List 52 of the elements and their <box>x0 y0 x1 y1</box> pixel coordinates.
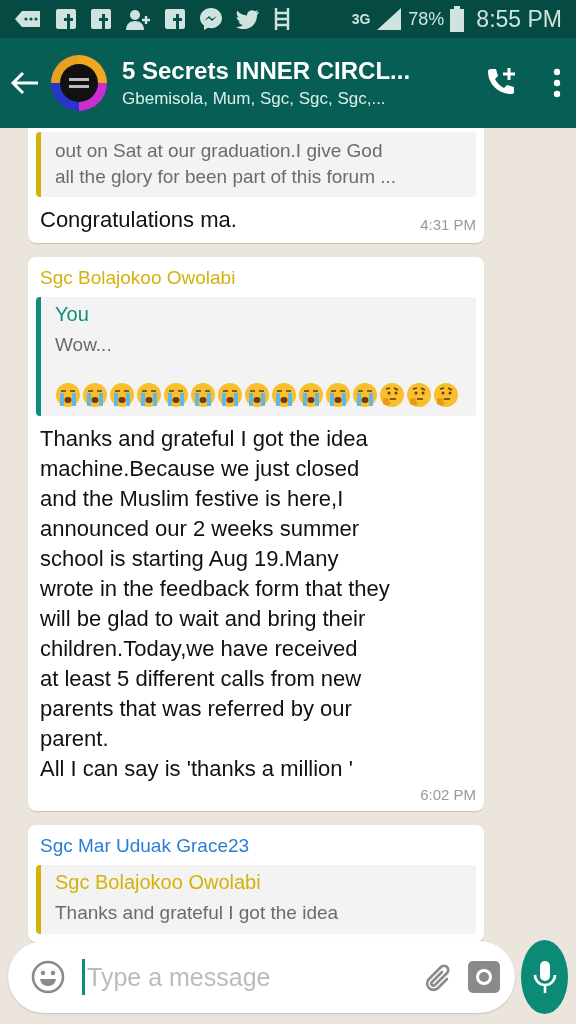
message-text: Thanks and grateful I got the idea machine.Because we just closed and the Muslim festive is here,I announced our 2 weeks summer school is starting Aug 19.Many wrote in the feedback form that they will be glad to wait and bring their children.Today,we have received at least 5 different calls from new parents that was referred by our parent. All I can say is 'thanks a million ' <box>40 424 391 783</box>
group-members[interactable]: Gbemisola, Mum, Sgc, Sgc, Sgc,... <box>122 89 476 109</box>
message-time: 6:02 PM <box>420 785 476 803</box>
crying-face-icon <box>244 381 270 408</box>
crying-face-icon <box>298 381 324 408</box>
quoted-text: out on Sat at our graduation.I give God all the glory for been part of this forum ... <box>55 139 398 189</box>
message-text: Congratulations ma. <box>40 206 237 235</box>
crying-face-icon <box>55 381 81 408</box>
crying-face-icon <box>325 381 351 408</box>
crying-face-icon <box>136 381 162 408</box>
thinking-face-icon <box>433 381 459 408</box>
chat-icon <box>14 9 42 29</box>
quoted-text: Thanks and grateful I got the idea <box>55 900 340 925</box>
clock: 8:55 PM <box>476 5 562 33</box>
crying-face-icon <box>352 381 378 408</box>
back-arrow-icon[interactable] <box>10 71 40 95</box>
quoted-message[interactable]: out on Sat at our graduation.I give God all the glory for been part of this forum ... <box>36 132 476 198</box>
group-title[interactable]: 5 Secrets INNER CIRCL... <box>122 57 476 85</box>
quoted-author: Sgc Bolajokoo Owolabi <box>55 870 262 894</box>
crying-face-icon <box>217 381 243 408</box>
sender-name: Sgc Mar Uduak Grace23 <box>40 834 251 857</box>
quoted-author: You <box>55 303 90 327</box>
menu-icon[interactable] <box>552 68 562 98</box>
crying-face-icon <box>82 381 108 408</box>
microphone-icon <box>531 959 558 995</box>
crying-face-icon <box>190 381 216 408</box>
square-icon <box>55 8 77 30</box>
crying-face-icon <box>109 381 135 408</box>
network-type: 3G <box>351 11 371 27</box>
group-avatar[interactable] <box>50 54 108 112</box>
square-icon <box>90 8 112 30</box>
bird-icon <box>236 9 260 29</box>
message-input-field[interactable]: Type a message <box>85 961 411 993</box>
battery-icon <box>450 6 465 32</box>
thinking-face-icon <box>406 381 432 408</box>
square-icon <box>164 8 186 30</box>
message-composer[interactable]: Type a message <box>8 941 515 1013</box>
camera-icon[interactable] <box>467 960 501 994</box>
quoted-message[interactable]: Sgc Bolajokoo Owolabi Thanks and grateful I got the idea <box>36 864 476 934</box>
quoted-text: Wow... <box>55 333 113 358</box>
ladder-icon <box>273 8 291 30</box>
thinking-face-icon <box>379 381 405 408</box>
smiley-icon[interactable] <box>30 959 66 995</box>
crying-face-icon <box>271 381 297 408</box>
sender-name: Sgc Bolajokoo Owolabi <box>40 267 237 290</box>
message-time: 4:31 PM <box>420 216 476 234</box>
battery-percent: 78% <box>408 8 445 30</box>
crying-face-icon <box>163 381 189 408</box>
messenger-icon <box>199 7 223 31</box>
person-add-icon <box>125 8 151 30</box>
quoted-message[interactable]: You Wow... <box>36 297 476 416</box>
signal-icon <box>376 8 403 30</box>
